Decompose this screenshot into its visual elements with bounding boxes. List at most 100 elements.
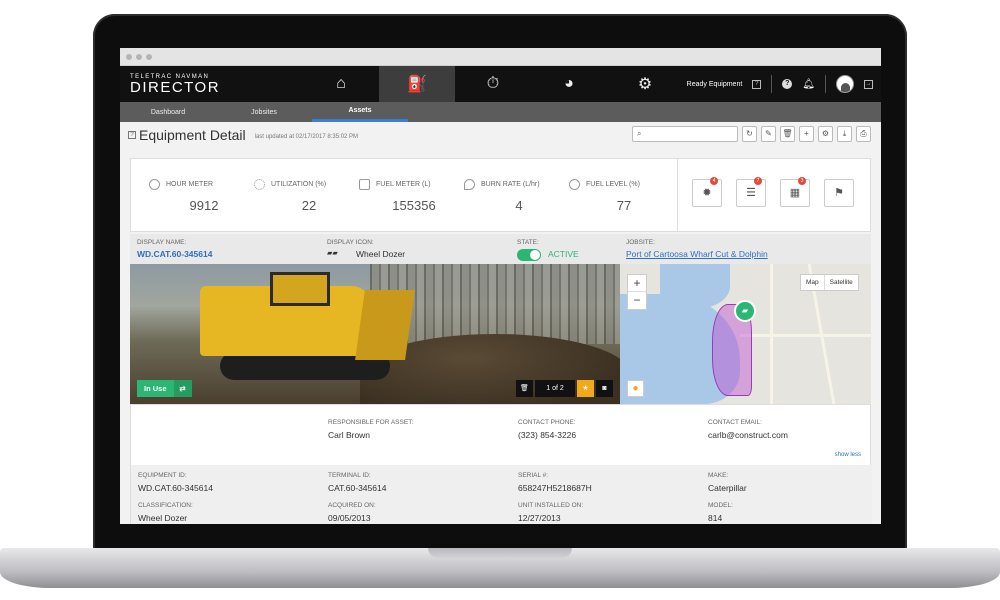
metric-value: 77 — [616, 198, 632, 213]
spinner-icon — [254, 179, 265, 190]
app-window: TELETRAC NAVMAN DIRECTOR ⌂ ⛽ ⏱ ◕ ⚙ Ready… — [120, 48, 881, 524]
delete-photo-icon[interactable]: 🗑︎ — [516, 380, 533, 397]
metric-label: HOUR METER — [166, 181, 214, 188]
installed-label: UNIT INSTALLED ON: — [518, 502, 584, 509]
responsible-value: Carl Brown — [328, 430, 371, 440]
terminal-id-label: TERMINAL ID: — [328, 472, 371, 479]
display-name-value[interactable]: WD.CAT.60-345614 — [137, 249, 212, 259]
shuffle-icon[interactable]: ⇄ — [173, 380, 192, 397]
window-maximize-dot[interactable] — [146, 53, 152, 60]
in-use-label: In Use — [144, 384, 167, 393]
stopwatch-icon[interactable]: ⏱ — [455, 66, 531, 102]
camera-icon[interactable]: ◙ — [596, 380, 613, 397]
window-minimize-dot[interactable] — [136, 53, 142, 60]
window-close-dot[interactable] — [126, 53, 132, 60]
flag-icon: ⚑ — [834, 187, 844, 199]
settings-icon[interactable]: ⚙ — [818, 126, 833, 142]
pegman-icon[interactable]: ● — [627, 380, 644, 397]
toolbar: ⌕ ↻ ✎ 🗑︎ + ⚙ ⤓ ⎙ — [632, 126, 871, 142]
account-dropdown-icon[interactable]: ? — [752, 79, 762, 89]
gears-icon[interactable]: ⚙ — [607, 66, 683, 102]
fuel-pump-icon — [359, 179, 370, 190]
engine-alert-button[interactable]: ✹ 4 — [692, 177, 722, 207]
map-road — [740, 334, 871, 337]
display-icon-value: Wheel Dozer — [356, 249, 406, 259]
state-toggle[interactable] — [517, 249, 541, 261]
avatar[interactable] — [836, 75, 854, 93]
satellite-button[interactable]: Satellite — [825, 275, 858, 290]
photo-pager[interactable]: 1 of 2 — [535, 380, 575, 397]
refresh-icon[interactable]: ↻ — [742, 126, 757, 142]
metric-value: 4 — [515, 198, 523, 213]
metric-value: 155356 — [392, 198, 436, 213]
metric-label: FUEL LEVEL (%) — [586, 181, 640, 188]
metric-value: 22 — [301, 198, 317, 213]
document-alert-button[interactable]: ☰ 7 — [736, 177, 766, 207]
asset-info-row: DISPLAY NAME: WD.CAT.60-345614 DISPLAY I… — [130, 234, 871, 264]
alerts-group: ✹ 4 ☰ 7 ▦ 3 ⚑ — [677, 159, 871, 231]
add-icon[interactable]: + — [799, 126, 814, 142]
flame-icon — [464, 179, 475, 190]
pie-chart-icon[interactable]: ◕ — [531, 66, 607, 102]
flag-button[interactable]: ⚑ — [824, 179, 854, 207]
tab-dashboard[interactable]: Dashboard — [120, 102, 216, 122]
show-less-link[interactable]: show less — [835, 452, 861, 458]
alert-badge: 4 — [710, 177, 718, 185]
display-icon-label: DISPLAY ICON: — [327, 239, 374, 246]
search-input[interactable]: ⌕ — [632, 126, 738, 142]
account-selector[interactable]: Ready Equipment — [687, 81, 743, 88]
responsible-label: RESPONSIBLE FOR ASSET: — [328, 419, 414, 426]
metric-label: BURN RATE (L/hr) — [481, 181, 540, 188]
metric-fuel-level: FUEL LEVEL (%) 77 — [569, 159, 679, 231]
photo-controls: 🗑︎ 1 of 2 ★ ◙ — [516, 380, 613, 397]
tab-assets[interactable]: Assets — [312, 102, 408, 122]
tab-jobsites[interactable]: Jobsites — [216, 102, 312, 122]
asset-photo[interactable]: In Use ⇄ 🗑︎ 1 of 2 ★ ◙ — [130, 264, 620, 404]
page-title: Equipment Detail — [139, 127, 246, 143]
installed-value: 12/27/2013 — [518, 513, 561, 523]
phone-value: (323) 854-3226 — [518, 430, 577, 440]
phone-label: CONTACT PHONE: — [518, 419, 576, 426]
email-label: CONTACT EMAIL: — [708, 419, 762, 426]
gauge-icon — [149, 179, 160, 190]
calendar-alert-button[interactable]: ▦ 3 — [780, 177, 810, 207]
nav-divider — [825, 75, 826, 93]
nav-divider — [771, 75, 773, 93]
in-use-badge[interactable]: In Use ⇄ — [137, 380, 192, 397]
trash-icon[interactable]: 🗑︎ — [780, 126, 795, 142]
make-label: MAKE: — [708, 472, 729, 479]
brand-logo[interactable]: TELETRAC NAVMAN DIRECTOR — [120, 74, 226, 95]
laptop-notch — [428, 548, 572, 558]
help-icon[interactable]: ? — [782, 79, 793, 89]
brand-big-text: DIRECTOR — [130, 78, 221, 96]
asset-details: RESPONSIBLE FOR ASSET: Carl Brown CONTAC… — [130, 404, 872, 524]
jobsite-link[interactable]: Port of Cartoosa Wharf Cut & Dolphin — [626, 249, 768, 259]
search-icon: ⌕ — [637, 129, 642, 138]
window-titlebar — [120, 48, 881, 66]
jobsite-label: JOBSITE: — [626, 239, 655, 246]
state-value: ACTIVE — [548, 249, 579, 259]
info-icon[interactable]: ? — [128, 131, 136, 139]
star-icon[interactable]: ★ — [577, 380, 594, 397]
map-button[interactable]: Map — [801, 275, 825, 290]
bell-icon[interactable]: 🔔︎ — [802, 79, 815, 90]
asset-map-pin[interactable]: ▰ — [734, 300, 756, 322]
serial-label: SERIAL #: — [518, 472, 549, 479]
logout-icon[interactable]: → — [864, 79, 873, 89]
dozer-cab — [270, 272, 330, 306]
download-icon[interactable]: ⤓ — [837, 126, 852, 142]
document-alert-icon: ☰ — [746, 187, 756, 199]
display-name-label: DISPLAY NAME: — [137, 239, 187, 246]
edit-icon[interactable]: ✎ — [761, 126, 776, 142]
zoom-out-button[interactable]: − — [628, 292, 646, 309]
email-value: carlb@construct.com — [708, 430, 788, 440]
print-icon[interactable]: ⎙ — [856, 126, 871, 142]
map-type-control: Map Satellite — [800, 274, 859, 291]
zoom-in-button[interactable]: + — [628, 275, 646, 292]
jobsite-map[interactable]: ▰ + − Map Satellite ● — [620, 264, 871, 404]
fuel-gauge-icon — [569, 179, 580, 190]
home-icon[interactable]: ⌂ — [303, 66, 379, 102]
sub-nav: Dashboard Jobsites Assets — [120, 102, 881, 122]
assets-icon[interactable]: ⛽ — [379, 66, 455, 102]
metrics-panel: HOUR METER 9912 UTILIZATION (%) 22 FUEL … — [130, 158, 871, 232]
